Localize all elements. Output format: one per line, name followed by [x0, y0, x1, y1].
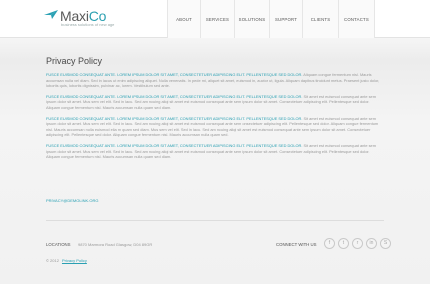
paragraph-lead: Fusce euismod consequat ante. Lorem ipsu… — [46, 115, 303, 121]
social-links: f t r in S — [324, 238, 391, 249]
main-nav: ABOUT SERVICES SOLUTIONS SUPPORT CLIENTS… — [167, 0, 375, 38]
paragraph-lead: Fusce euismod consequat ante. Lorem ipsu… — [46, 142, 303, 148]
nav-contacts[interactable]: CONTACTS — [339, 0, 375, 38]
nav-support[interactable]: SUPPORT — [270, 0, 303, 38]
policy-paragraph: Fusce euismod consequat ante. Lorem ipsu… — [46, 94, 384, 111]
logo[interactable]: MaxiCo business solutions of new age — [43, 8, 173, 32]
main-content: Privacy Policy Fusce euismod consequat a… — [46, 56, 384, 165]
nav-services[interactable]: SERVICES — [201, 0, 235, 38]
footer: LOCATIONS 9870 Marmora Road Glasgow, D04… — [46, 238, 391, 251]
header: MaxiCo business solutions of new age ABO… — [0, 0, 430, 38]
nav-about[interactable]: ABOUT — [168, 0, 201, 38]
privacy-policy-link[interactable]: Privacy Policy — [62, 258, 87, 263]
paragraph-lead: Fusce euismod consequat ante. Lorem ipsu… — [46, 72, 303, 77]
page-title: Privacy Policy — [46, 56, 103, 66]
skype-icon[interactable]: S — [380, 238, 391, 249]
twitter-icon[interactable]: t — [338, 238, 349, 249]
copyright-text: © 2012 — [46, 258, 59, 263]
paragraph-lead: Fusce euismod consequat ante. Lorem ipsu… — [46, 93, 303, 99]
policy-paragraph: Fusce euismod consequat ante. Lorem ipsu… — [46, 143, 384, 160]
connect-label: CONNECT WITH US — [276, 242, 317, 247]
nav-solutions[interactable]: SOLUTIONS — [235, 0, 270, 38]
address-text: 9870 Marmora Road Glasgow, D04 89GR — [78, 242, 153, 247]
copyright: © 2012 Privacy Policy — [46, 258, 87, 263]
bird-logo-icon — [44, 10, 58, 19]
locations-label: LOCATIONS — [46, 242, 71, 247]
rss-icon[interactable]: r — [352, 238, 363, 249]
nav-clients[interactable]: CLIENTS — [303, 0, 339, 38]
linkedin-icon[interactable]: in — [366, 238, 377, 249]
facebook-icon[interactable]: f — [324, 238, 335, 249]
privacy-email-link[interactable]: privacy@demolink.org — [46, 198, 98, 203]
policy-paragraph: Fusce euismod consequat ante. Lorem ipsu… — [46, 116, 384, 138]
logo-tagline: business solutions of new age — [61, 22, 115, 27]
footer-divider — [46, 220, 384, 221]
policy-paragraph: Fusce euismod consequat ante. Lorem ipsu… — [46, 72, 384, 89]
